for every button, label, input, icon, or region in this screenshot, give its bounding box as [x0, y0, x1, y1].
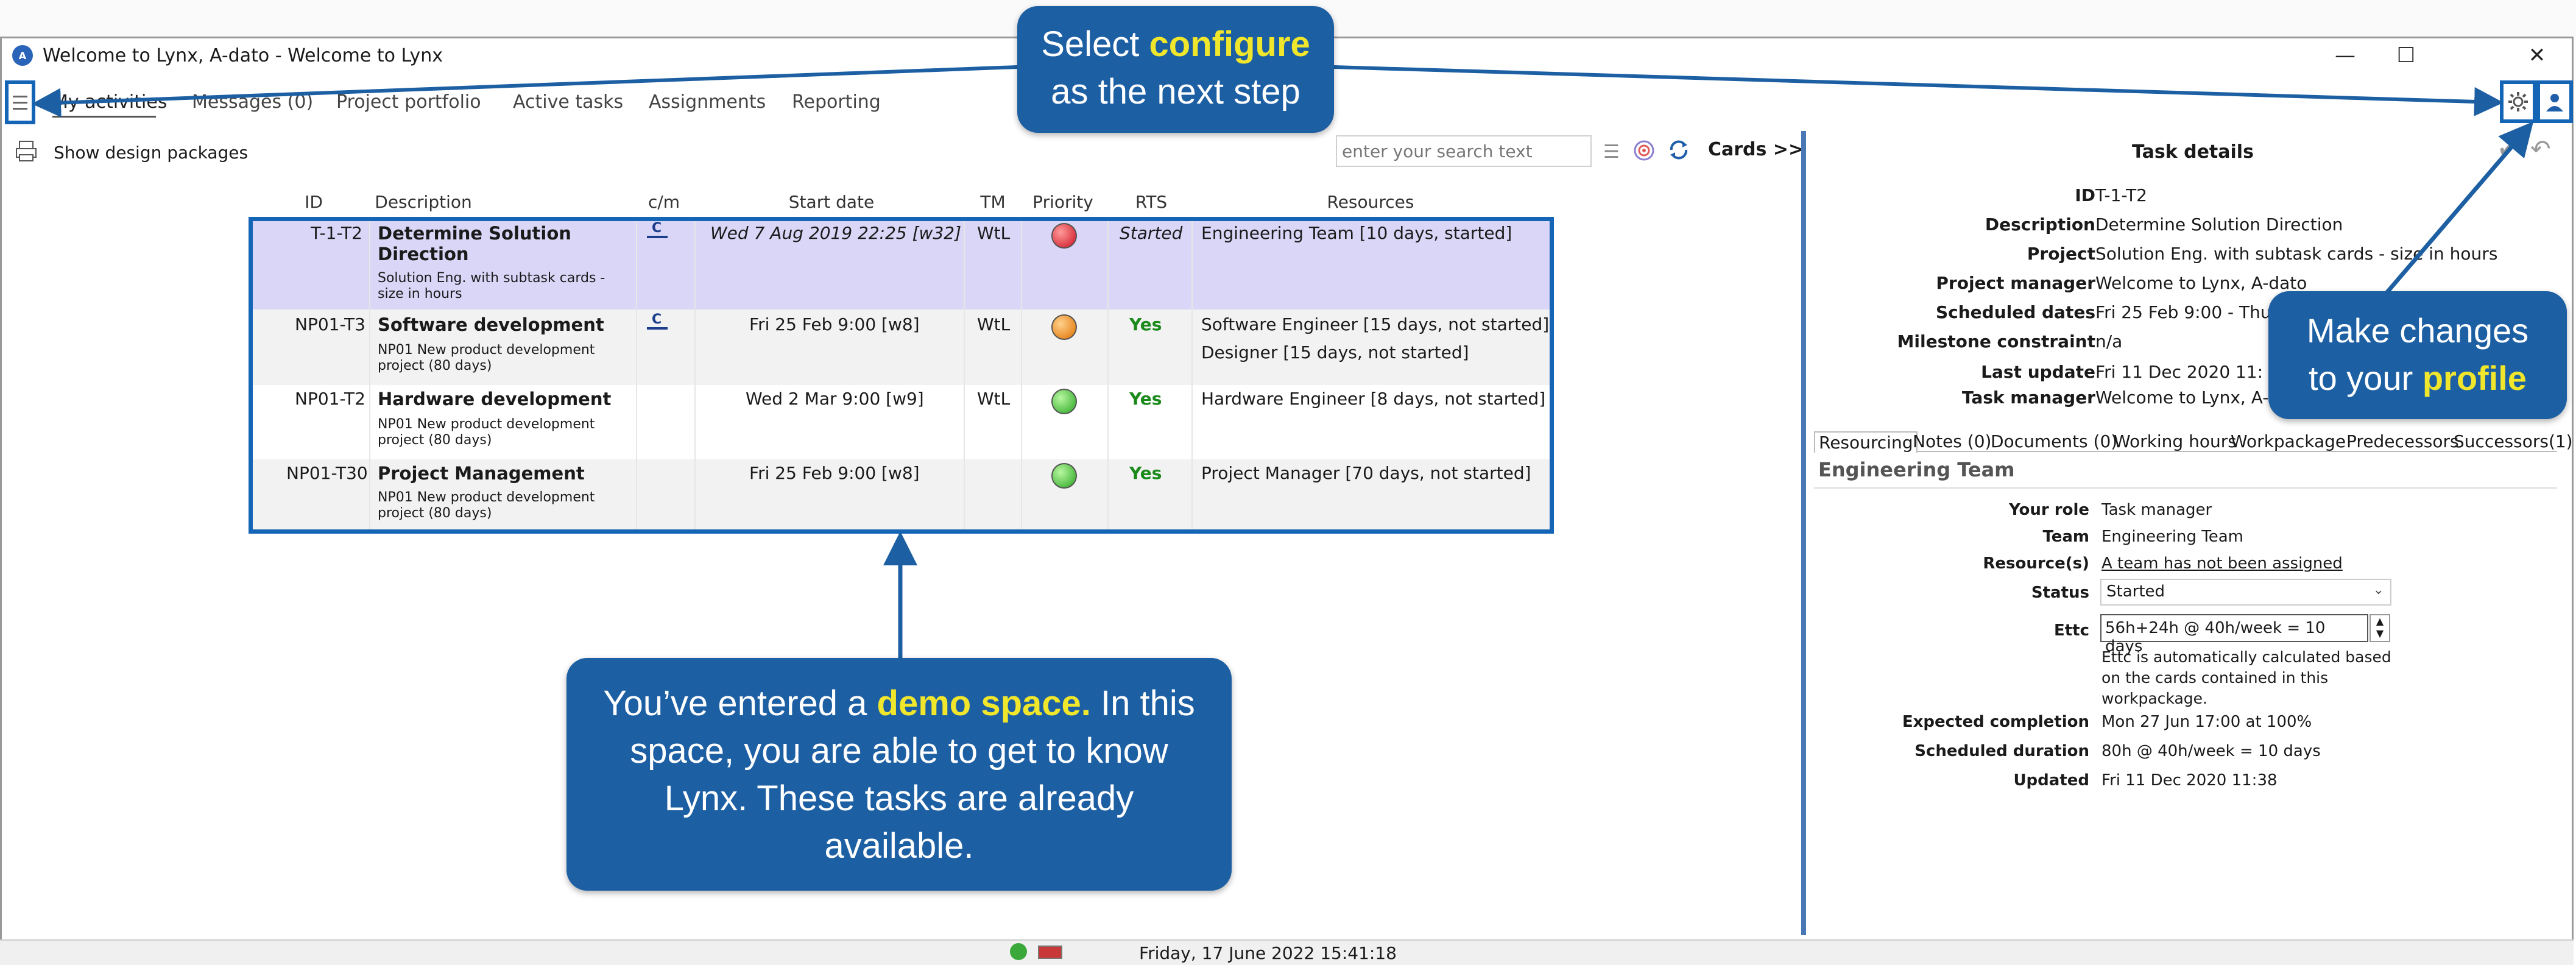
demo-space-callout: You’ve entered a demo space. In this spa… [566, 658, 1232, 891]
callout-highlight: demo space. [877, 684, 1091, 723]
annotation-arrows [32, 65, 2534, 658]
callout-text: to your [2309, 359, 2422, 397]
callout-highlight: profile [2422, 359, 2527, 397]
callout-text: You’ve entered a [603, 684, 877, 723]
profile-callout: Make changes to your profile [2268, 291, 2567, 419]
configure-callout: Select configure as the next step [1017, 6, 1334, 133]
callout-text: Make changes [2306, 311, 2529, 350]
callout-text: as the next step [1051, 72, 1300, 111]
callout-highlight: configure [1149, 24, 1310, 64]
callout-text: Select [1041, 24, 1149, 64]
